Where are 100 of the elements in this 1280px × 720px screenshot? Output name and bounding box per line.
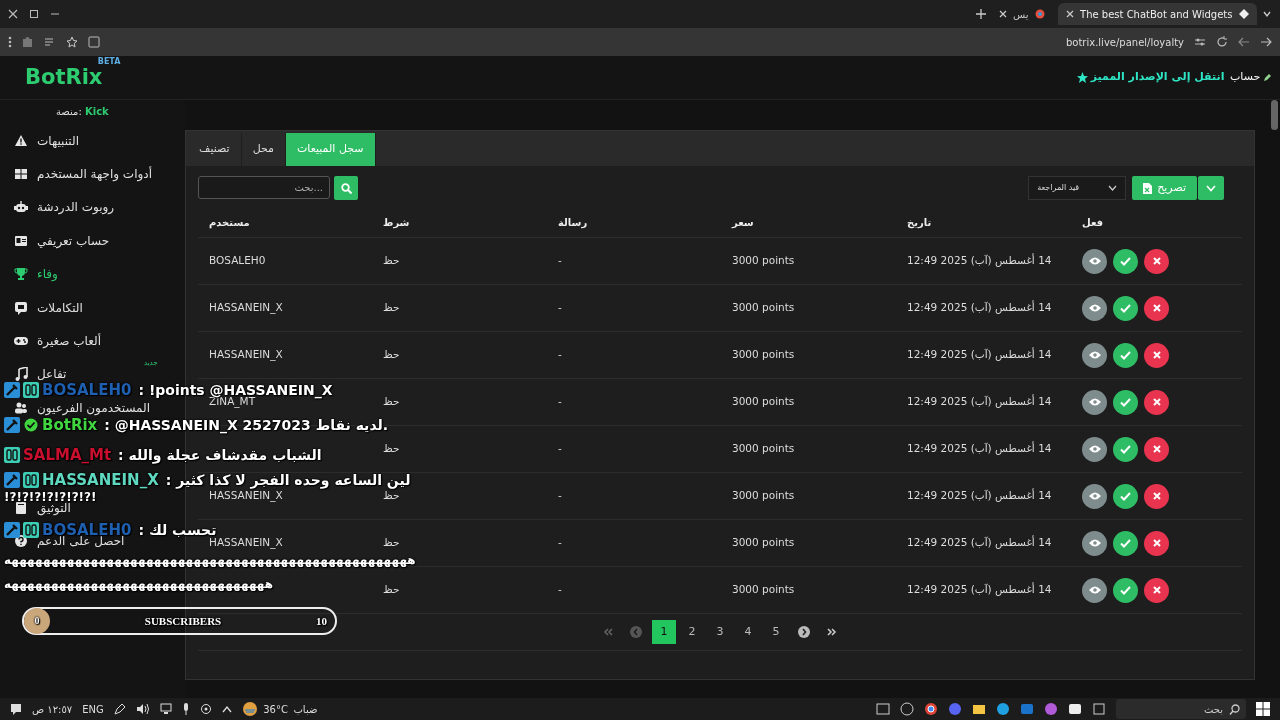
chat-message: هههههههههههههههههههههههههههههههههه (4, 577, 274, 591)
reject-button[interactable] (1144, 389, 1169, 415)
page-button[interactable]: 2 (680, 620, 704, 644)
reject-button[interactable] (1144, 248, 1169, 274)
view-button[interactable] (1082, 436, 1107, 462)
close-icon[interactable] (8, 9, 18, 19)
approve-button[interactable] (1113, 342, 1138, 368)
approve-button[interactable] (1113, 248, 1138, 274)
sidebar-item[interactable]: وفاء (14, 267, 58, 282)
view-button[interactable] (1082, 577, 1107, 603)
column-header: فعل (1082, 216, 1105, 230)
sidebar-item[interactable]: التكاملات (14, 300, 83, 315)
table-cell: 14 أغسطس (آب) 2025 12:49 (907, 442, 1052, 455)
robot-icon (14, 200, 28, 215)
table-cell: 14 أغسطس (آب) 2025 12:49 (907, 254, 1052, 267)
table-cell: 3000 points (732, 254, 795, 267)
restore-icon[interactable] (29, 9, 39, 19)
close-icon[interactable] (1066, 10, 1075, 18)
chevron-down-icon[interactable] (1262, 9, 1272, 19)
page-button[interactable]: 5 (764, 620, 788, 644)
pen-icon[interactable] (113, 703, 126, 715)
tune-icon[interactable] (1194, 36, 1206, 48)
star-icon (1077, 72, 1088, 83)
eye-icon (1088, 304, 1101, 312)
og-badge-icon (23, 522, 39, 538)
reject-button[interactable] (1144, 577, 1169, 603)
approve-button[interactable] (1113, 483, 1138, 509)
status-dropdown[interactable]: قيد المراجعة (1028, 176, 1127, 200)
scrollbar-thumb[interactable] (1271, 100, 1278, 130)
view-button[interactable] (1082, 248, 1107, 274)
table-cell: - (558, 301, 562, 314)
view-button[interactable] (1082, 342, 1107, 368)
search-icon (340, 182, 352, 194)
reject-button[interactable] (1144, 483, 1169, 509)
upgrade-link[interactable]: انتقل إلى الإصدار المميز (1077, 69, 1225, 86)
account-link[interactable]: حساب (1229, 69, 1272, 86)
close-icon[interactable] (999, 10, 1007, 18)
browser-icon[interactable] (924, 702, 938, 716)
approve-button[interactable] (1113, 389, 1138, 415)
tab[interactable]: تصنيف (188, 133, 242, 166)
plus-icon[interactable] (975, 9, 986, 19)
menu-icon[interactable] (8, 36, 12, 48)
sword-badge-icon (4, 522, 20, 538)
eye-icon (1088, 586, 1101, 594)
close-icon (1152, 304, 1161, 312)
playlist-icon[interactable] (44, 36, 56, 48)
sidebar-item[interactable]: ألعاب صغيرة (14, 334, 102, 349)
sidebar-item[interactable]: التنبيهات (14, 133, 79, 148)
speaker-icon[interactable] (135, 703, 150, 715)
table-cell: 14 أغسطس (آب) 2025 12:49 (907, 395, 1052, 408)
approve-button[interactable] (1113, 295, 1138, 321)
sidebar-item[interactable]: المستخدمون الفرعيون (14, 400, 151, 415)
language-indicator[interactable]: ENG (82, 701, 104, 717)
table-cell: 3000 points (732, 442, 795, 455)
dropdown-toggle-button[interactable] (1198, 176, 1224, 200)
sidebar-item[interactable]: حساب تعريفي (14, 233, 110, 248)
reject-button[interactable] (1144, 436, 1169, 462)
taskbar-search-field[interactable]: بحث (1116, 699, 1246, 719)
view-button[interactable] (1082, 389, 1107, 415)
sidebar-item[interactable]: روبوت الدردشة (14, 200, 115, 215)
goal-current: 0 (24, 608, 50, 634)
browser-tab[interactable]: يس (991, 3, 1053, 25)
clock[interactable]: ١٢:٥٧ ص (32, 701, 73, 717)
check-icon (1120, 397, 1131, 407)
sidebar-item[interactable]: التوثيق (14, 501, 71, 515)
page-button[interactable]: 1 (652, 620, 676, 644)
reject-button[interactable] (1144, 342, 1169, 368)
column-header: رسالة (558, 216, 589, 230)
check-icon (1120, 585, 1131, 595)
view-button[interactable] (1082, 530, 1107, 556)
notification-icon[interactable] (10, 703, 22, 715)
verified-icon (23, 417, 39, 433)
og-badge-icon (23, 472, 39, 488)
windows-logo-icon[interactable] (1256, 702, 1270, 716)
star-icon[interactable] (66, 36, 78, 48)
search-button[interactable] (334, 176, 358, 200)
page-button[interactable]: 4 (736, 620, 760, 644)
forward-icon[interactable] (1260, 36, 1272, 48)
approve-button[interactable] (1113, 577, 1138, 603)
warning-icon (14, 133, 28, 148)
reject-button[interactable] (1144, 530, 1169, 556)
view-button[interactable] (1082, 483, 1107, 509)
search-field[interactable]: ...بحث (198, 176, 330, 199)
folder-icon[interactable] (972, 702, 986, 716)
chat-message: : لين الساعه وحده الفجر لا كذا كثير (165, 472, 411, 488)
tab[interactable]: محل (241, 133, 286, 166)
browser-tab[interactable]: The best ChatBot and Widgets (1058, 3, 1257, 25)
sidebar-item[interactable]: أدوات واجهة المستخدم (14, 167, 152, 182)
back-icon[interactable] (1238, 36, 1250, 48)
sword-badge-icon (4, 417, 20, 433)
table-cell: 3000 points (732, 301, 795, 314)
reload-icon[interactable] (1216, 36, 1228, 48)
microphone-icon[interactable] (181, 703, 190, 715)
chevron-up-icon[interactable] (221, 705, 232, 713)
reject-button[interactable] (1144, 295, 1169, 321)
approve-button[interactable] (1113, 530, 1138, 556)
approve-button[interactable] (1113, 436, 1138, 462)
page-button[interactable]: 3 (708, 620, 732, 644)
view-button[interactable] (1082, 295, 1107, 321)
og-badge-icon (23, 382, 39, 398)
